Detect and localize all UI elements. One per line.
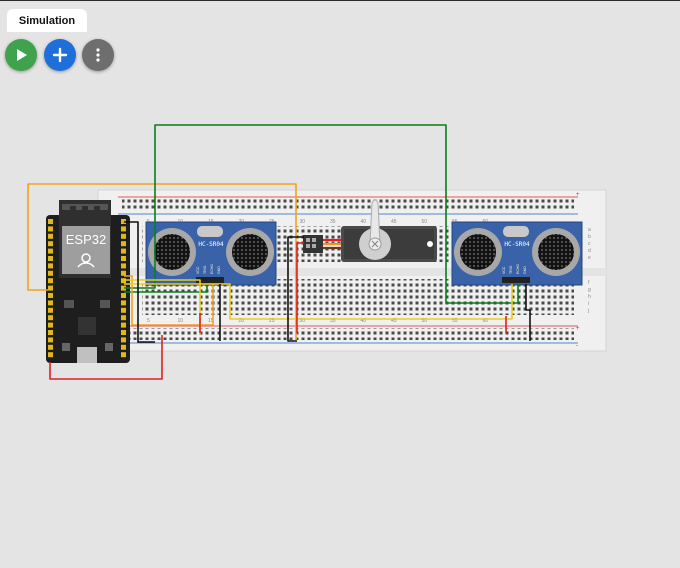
esp32-header-pin[interactable] (48, 270, 53, 276)
esp32-header-pin[interactable] (121, 263, 126, 269)
esp32-header-pin[interactable] (48, 293, 53, 298)
esp32-header-pin[interactable] (121, 307, 126, 313)
sensor-left-pin-trig: TRIG (203, 265, 207, 274)
esp32-board[interactable]: ESP32 (46, 200, 130, 363)
row-letter: g (588, 287, 591, 293)
row-letter: d (588, 248, 591, 254)
esp32-header-pin[interactable] (48, 256, 53, 261)
esp32-header-pin[interactable] (48, 285, 53, 291)
esp32-header-pin[interactable] (48, 315, 53, 321)
esp32-label: ESP32 (66, 232, 106, 247)
sensor-right-pin-vcc: VCC (502, 266, 506, 274)
esp32-header-pin[interactable] (121, 322, 126, 328)
column-number: 45 (391, 219, 397, 225)
sensor-left-label: HC-SR04 (198, 241, 224, 248)
sensor-right-pin-echo: ECHO (516, 264, 520, 274)
esp32-header-pin[interactable] (121, 256, 126, 261)
esp32-header-pin[interactable] (121, 293, 126, 298)
esp32-header-pin[interactable] (121, 270, 126, 276)
usb-port (77, 347, 97, 363)
row-letter: i (588, 301, 589, 307)
esp32-header-pin[interactable] (121, 226, 126, 232)
esp32-header-pin[interactable] (48, 307, 53, 313)
esp32-header-pin[interactable] (121, 344, 126, 350)
esp32-header-pin[interactable] (48, 248, 53, 254)
column-number: 10 (178, 318, 184, 324)
sensor-right-label: HC-SR04 (504, 241, 530, 248)
sensor-left-pin-gnd: GND (217, 266, 221, 274)
column-number: 35 (330, 219, 336, 225)
sensor-right-pin-trig: TRIG (509, 265, 513, 274)
esp32-header-pin[interactable] (121, 337, 126, 343)
esp32-header-pin[interactable] (48, 263, 53, 269)
esp32-header-pin[interactable] (48, 344, 53, 350)
esp32-header-pin[interactable] (48, 337, 53, 343)
row-letter: e (588, 255, 591, 261)
esp32-header-pin[interactable] (48, 233, 53, 239)
esp32-header-pin[interactable] (48, 322, 53, 328)
esp32-header-pin[interactable] (121, 300, 126, 306)
column-number: 50 (422, 219, 428, 225)
esp32-header-pin[interactable] (48, 300, 53, 306)
svg-text:-: - (576, 343, 578, 349)
esp32-header-pin[interactable] (121, 330, 126, 335)
sensor-right-pin-gnd: GND (523, 266, 527, 274)
esp32-header-pin[interactable] (121, 315, 126, 321)
row-letter: h (588, 294, 591, 300)
sensor-left-pin-vcc: VCC (196, 266, 200, 274)
sensor-left-pin-echo: ECHO (210, 264, 214, 274)
ultrasonic-sensor-right[interactable]: HC-SR04 VCC TRIG ECHO GND (451, 221, 583, 286)
esp32-header-pin[interactable] (48, 226, 53, 232)
row-letter: a (588, 227, 591, 233)
esp32-header-pin[interactable] (48, 352, 53, 358)
esp32-header-pin[interactable] (48, 241, 53, 247)
esp32-header-pin[interactable] (121, 352, 126, 358)
svg-text:+: + (576, 326, 580, 332)
esp32-header-pin[interactable] (121, 233, 126, 239)
esp32-header-pin[interactable] (48, 330, 53, 335)
esp32-header-pin[interactable] (48, 278, 53, 284)
ultrasonic-sensor-left[interactable]: HC-SR04 VCC TRIG ECHO GND (145, 221, 277, 286)
svg-text:+: + (576, 192, 580, 198)
column-number: 30 (300, 219, 306, 225)
circuit-canvas[interactable]: + + - 51015202530354045505560 5101520253… (0, 0, 680, 568)
esp32-header-pin[interactable] (121, 241, 126, 247)
esp32-header-pin[interactable] (48, 219, 53, 224)
row-letter: b (588, 234, 591, 240)
column-number: 5 (147, 318, 150, 324)
esp32-header-pin[interactable] (121, 248, 126, 254)
row-letter: j (587, 308, 589, 314)
column-number: 40 (361, 219, 367, 225)
top-power-rail (122, 199, 574, 211)
